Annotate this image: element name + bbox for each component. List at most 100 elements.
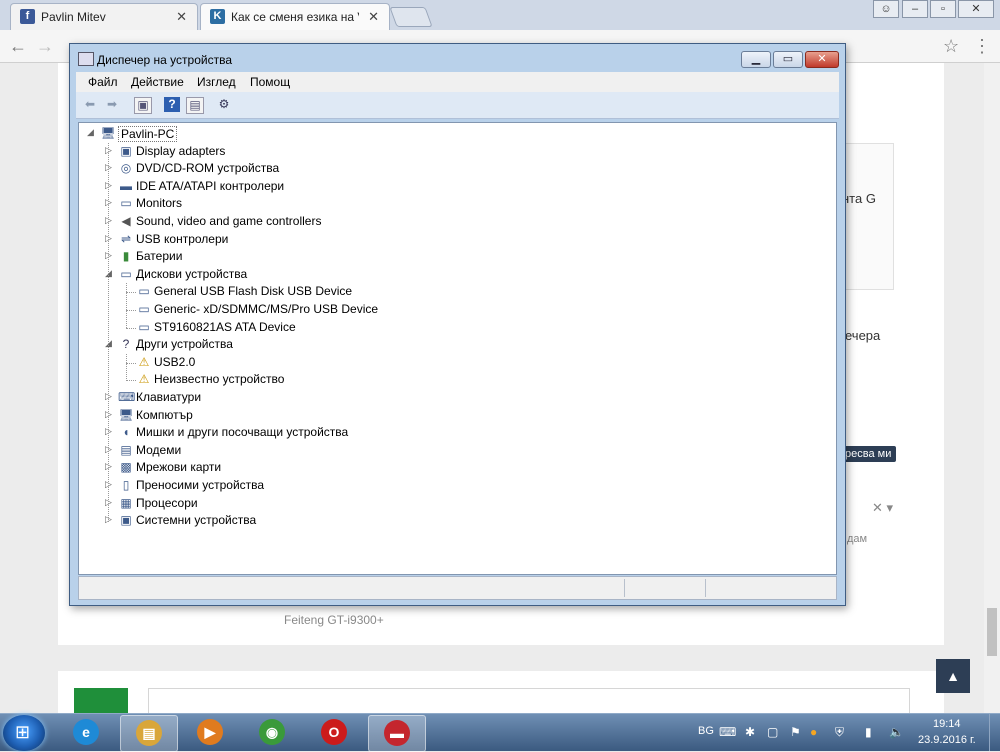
device-category[interactable]: ▷ ▣ Системни устройства bbox=[105, 512, 705, 529]
expand-arrow-icon[interactable]: ▷ bbox=[105, 444, 115, 455]
close-button[interactable]: ✕ bbox=[805, 51, 839, 68]
device-category[interactable]: ▷ ◖ Мишки и други посочващи устройства bbox=[105, 424, 705, 441]
device-item[interactable]: ⚠ Неизвестно устройство bbox=[123, 371, 723, 388]
tab-pavlin-mitev[interactable]: f Pavlin Mitev ✕ bbox=[10, 3, 198, 30]
app-tray-icon[interactable]: ● bbox=[810, 725, 817, 739]
close-icon[interactable]: ✕ bbox=[176, 9, 187, 25]
collapse-arrow-icon[interactable]: ◢ bbox=[105, 338, 115, 349]
device-category[interactable]: ▷ ▦ Процесори bbox=[105, 495, 705, 512]
menu-view[interactable]: Изглед bbox=[197, 75, 236, 89]
security-icon[interactable]: ⛨ bbox=[835, 725, 844, 740]
expand-arrow-icon[interactable]: ▷ bbox=[105, 233, 115, 244]
clock-time[interactable]: 19:14 bbox=[933, 718, 961, 730]
bookmark-star-icon[interactable]: ☆ bbox=[943, 36, 959, 57]
device-item[interactable]: ▭ General USB Flash Disk USB Device bbox=[123, 283, 723, 300]
keyboard-icon[interactable]: ⌨ bbox=[719, 725, 736, 739]
expand-arrow-icon[interactable]: ▷ bbox=[105, 180, 115, 191]
help-icon[interactable]: ? bbox=[164, 97, 180, 112]
device-category[interactable]: ◢? Други устройства bbox=[105, 336, 705, 353]
device-category[interactable]: ▷ ▬ IDE ATA/ATAPI контролери bbox=[105, 178, 705, 195]
bluetooth-icon[interactable]: ✱ bbox=[745, 725, 755, 739]
menu-icon[interactable]: ⋮ bbox=[973, 36, 991, 57]
close-button[interactable]: ✕ bbox=[958, 0, 994, 18]
expand-arrow-icon[interactable]: ▷ bbox=[105, 479, 115, 490]
expand-arrow-icon[interactable]: ▷ bbox=[105, 250, 115, 261]
device-item[interactable]: ▭ ST9160821AS ATA Device bbox=[123, 319, 723, 336]
like-badge[interactable]: ресва ми bbox=[840, 446, 897, 462]
device-category[interactable]: ▷ ⇌ USB контролери bbox=[105, 231, 705, 248]
new-tab-button[interactable] bbox=[389, 7, 433, 27]
minimize-button[interactable]: – bbox=[902, 0, 928, 18]
maximize-button[interactable]: ▫ bbox=[930, 0, 956, 18]
page-scrollbar[interactable] bbox=[984, 63, 1000, 713]
tree-node-label: Други устройства bbox=[136, 337, 233, 352]
tree-node-label: Процесори bbox=[136, 495, 198, 510]
toolbar: ⬅ ➡ ▣ ? ▤ ⚙ bbox=[76, 92, 839, 119]
back-arrow-icon[interactable]: ⬅ bbox=[82, 97, 98, 112]
device-category[interactable]: ▷ ◀ Sound, video and game controllers bbox=[105, 213, 705, 230]
clock-date[interactable]: 23.9.2016 г. bbox=[918, 734, 976, 746]
expand-arrow-icon[interactable]: ▷ bbox=[105, 461, 115, 472]
device-category[interactable]: ▷ ◎ DVD/CD-ROM устройства bbox=[105, 160, 705, 177]
site-logo-icon: K bbox=[210, 9, 225, 24]
menu-file[interactable]: Файл bbox=[88, 75, 118, 89]
language-indicator[interactable]: BG bbox=[698, 725, 714, 737]
expand-arrow-icon[interactable]: ▷ bbox=[105, 426, 115, 437]
maximize-button[interactable]: ▭ bbox=[773, 51, 803, 68]
flag-icon[interactable]: ⚑ bbox=[790, 725, 801, 739]
menu-action[interactable]: Действие bbox=[131, 75, 184, 89]
view-icon[interactable]: ▤ bbox=[186, 97, 204, 114]
taskbar-app-opera[interactable]: O bbox=[306, 715, 362, 750]
display-icon[interactable]: ▢ bbox=[767, 725, 778, 739]
forward-arrow-icon[interactable]: ➡ bbox=[104, 97, 120, 112]
taskbar-app-chrome[interactable]: ◉ bbox=[244, 715, 300, 750]
scroll-to-top-button[interactable]: ▲ bbox=[936, 659, 970, 693]
expand-arrow-icon[interactable]: ▷ bbox=[105, 215, 115, 226]
expand-arrow-icon[interactable]: ▷ bbox=[105, 497, 115, 508]
taskbar-app-explorer[interactable]: ▤ bbox=[120, 715, 178, 752]
device-category[interactable]: ▷ ▣ Display adapters bbox=[105, 143, 705, 160]
taskbar-app-ie[interactable]: e bbox=[58, 715, 114, 750]
tab-title: Как се сменя езика на V bbox=[231, 10, 359, 24]
close-icon[interactable]: ✕ ▾ bbox=[872, 500, 893, 516]
scrollbar-thumb[interactable] bbox=[987, 608, 997, 656]
expand-arrow-icon[interactable]: ▷ bbox=[105, 409, 115, 420]
back-icon[interactable]: ← bbox=[9, 36, 27, 57]
expand-arrow-icon[interactable]: ▷ bbox=[105, 391, 115, 402]
device-category[interactable]: ▷ ▤ Модеми bbox=[105, 442, 705, 459]
properties-icon[interactable]: ▣ bbox=[134, 97, 152, 114]
taskbar-app-toolbox[interactable]: ▬ bbox=[368, 715, 426, 752]
device-category[interactable]: ▷ ⌨ Клавиатури bbox=[105, 389, 705, 406]
device-category[interactable]: ▷ ▩ Мрежови карти bbox=[105, 459, 705, 476]
tree-node-label: Monitors bbox=[136, 196, 183, 211]
comment-input[interactable] bbox=[148, 688, 910, 716]
close-icon[interactable]: ✕ bbox=[368, 9, 379, 25]
start-orb-icon[interactable]: ⊞ bbox=[3, 715, 45, 751]
device-item[interactable]: ⚠ USB2.0 bbox=[123, 354, 723, 371]
volume-icon[interactable]: 🔈 bbox=[889, 725, 904, 739]
user-icon[interactable]: ☺ bbox=[873, 0, 899, 18]
media-icon: ▶ bbox=[197, 719, 223, 745]
collapse-arrow-icon[interactable]: ◢ bbox=[105, 268, 115, 279]
scan-hardware-icon[interactable]: ⚙ bbox=[216, 97, 232, 112]
taskbar-app-media[interactable]: ▶ bbox=[182, 715, 238, 750]
expand-arrow-icon[interactable]: ▷ bbox=[105, 145, 115, 156]
show-desktop-button[interactable] bbox=[989, 714, 1000, 751]
device-category[interactable]: ▷ ▭ Monitors bbox=[105, 195, 705, 212]
tab-language-article[interactable]: K Как се сменя езика на V ✕ bbox=[200, 3, 390, 30]
device-category[interactable]: ▷ 🖥 Компютър bbox=[105, 407, 705, 424]
network-icon[interactable]: ▮ bbox=[865, 725, 872, 739]
device-category[interactable]: ▷ ▯ Преносими устройства bbox=[105, 477, 705, 494]
tab-title: Pavlin Mitev bbox=[41, 10, 106, 24]
expand-arrow-icon[interactable]: ▷ bbox=[105, 514, 115, 525]
device-category[interactable]: ▷ ▮ Батерии bbox=[105, 248, 705, 265]
minimize-button[interactable]: ▁ bbox=[741, 51, 771, 68]
device-category[interactable]: ◢ ▭ Дискови устройства bbox=[105, 266, 705, 283]
tree-root[interactable]: ◢ 🖥 Pavlin-PC bbox=[87, 125, 687, 142]
expand-arrow-icon[interactable]: ▷ bbox=[105, 197, 115, 208]
collapse-arrow-icon[interactable]: ◢ bbox=[87, 127, 97, 138]
expand-arrow-icon[interactable]: ▷ bbox=[105, 162, 115, 173]
device-item[interactable]: ▭ Generic- xD/SDMMC/MS/Pro USB Device bbox=[123, 301, 723, 318]
menu-help[interactable]: Помощ bbox=[250, 75, 290, 89]
forward-icon[interactable]: → bbox=[36, 36, 54, 57]
